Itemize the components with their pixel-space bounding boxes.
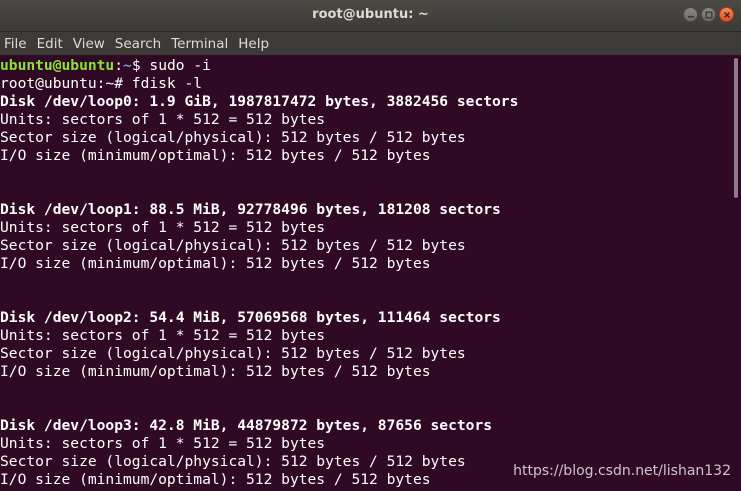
window-title: root@ubuntu: ~ xyxy=(312,7,429,22)
maximize-icon xyxy=(705,11,712,18)
disk-units: Units: sectors of 1 * 512 = 512 bytes xyxy=(0,111,326,128)
disk-header: Disk /dev/loop2: 54.4 MiB, 57069568 byte… xyxy=(0,309,501,326)
scrollbar-thumb[interactable] xyxy=(734,58,738,198)
menu-search[interactable]: Search xyxy=(115,36,161,52)
menu-edit[interactable]: Edit xyxy=(37,36,63,52)
disk-header: Disk /dev/loop0: 1.9 GiB, 1987817472 byt… xyxy=(0,93,519,110)
disk-header: Disk /dev/loop1: 88.5 MiB, 92778496 byte… xyxy=(0,201,501,218)
terminal-window: root@ubuntu: ~ File Edit View Search Ter… xyxy=(0,0,741,491)
menu-file[interactable]: File xyxy=(4,36,27,52)
disk-units: Units: sectors of 1 * 512 = 512 bytes xyxy=(0,219,326,236)
prompt-line-2: root@ubuntu:~# fdisk -l xyxy=(0,75,203,92)
close-icon xyxy=(723,11,730,18)
menu-view[interactable]: View xyxy=(73,36,105,52)
disk-sector-size: Sector size (logical/physical): 512 byte… xyxy=(0,345,466,362)
window-controls xyxy=(683,7,734,22)
terminal-output[interactable]: ubuntu@ubuntu:~$ sudo -i root@ubuntu:~# … xyxy=(0,55,730,491)
prompt-line-1: ubuntu@ubuntu:~$ sudo -i xyxy=(0,57,730,75)
disk-units: Units: sectors of 1 * 512 = 512 bytes xyxy=(0,435,326,452)
menu-bar: File Edit View Search Terminal Help xyxy=(0,32,741,55)
menu-terminal[interactable]: Terminal xyxy=(171,36,228,52)
disk-io-size: I/O size (minimum/optimal): 512 bytes / … xyxy=(0,363,431,380)
prompt-user: ubuntu@ubuntu xyxy=(0,57,115,74)
minimize-icon xyxy=(687,15,694,18)
disk-header: Disk /dev/loop3: 42.8 MiB, 44879872 byte… xyxy=(0,417,493,434)
disk-sector-size: Sector size (logical/physical): 512 byte… xyxy=(0,129,466,146)
maximize-button[interactable] xyxy=(701,7,716,22)
prompt-separator: : xyxy=(114,57,124,74)
disk-units: Units: sectors of 1 * 512 = 512 bytes xyxy=(0,327,326,344)
disk-io-size: I/O size (minimum/optimal): 512 bytes / … xyxy=(0,147,431,164)
prompt-path: ~ xyxy=(123,57,132,74)
title-bar[interactable]: root@ubuntu: ~ xyxy=(0,0,741,32)
close-button[interactable] xyxy=(719,7,734,22)
disk-sector-size: Sector size (logical/physical): 512 byte… xyxy=(0,237,466,254)
minimize-button[interactable] xyxy=(683,7,698,22)
prompt-command: sudo -i xyxy=(140,57,211,74)
prompt-symbol: $ xyxy=(131,57,141,74)
menu-help[interactable]: Help xyxy=(238,36,269,52)
watermark-text: https://blog.csdn.net/lishan132 xyxy=(513,463,731,479)
disk-io-size: I/O size (minimum/optimal): 512 bytes / … xyxy=(0,255,431,272)
